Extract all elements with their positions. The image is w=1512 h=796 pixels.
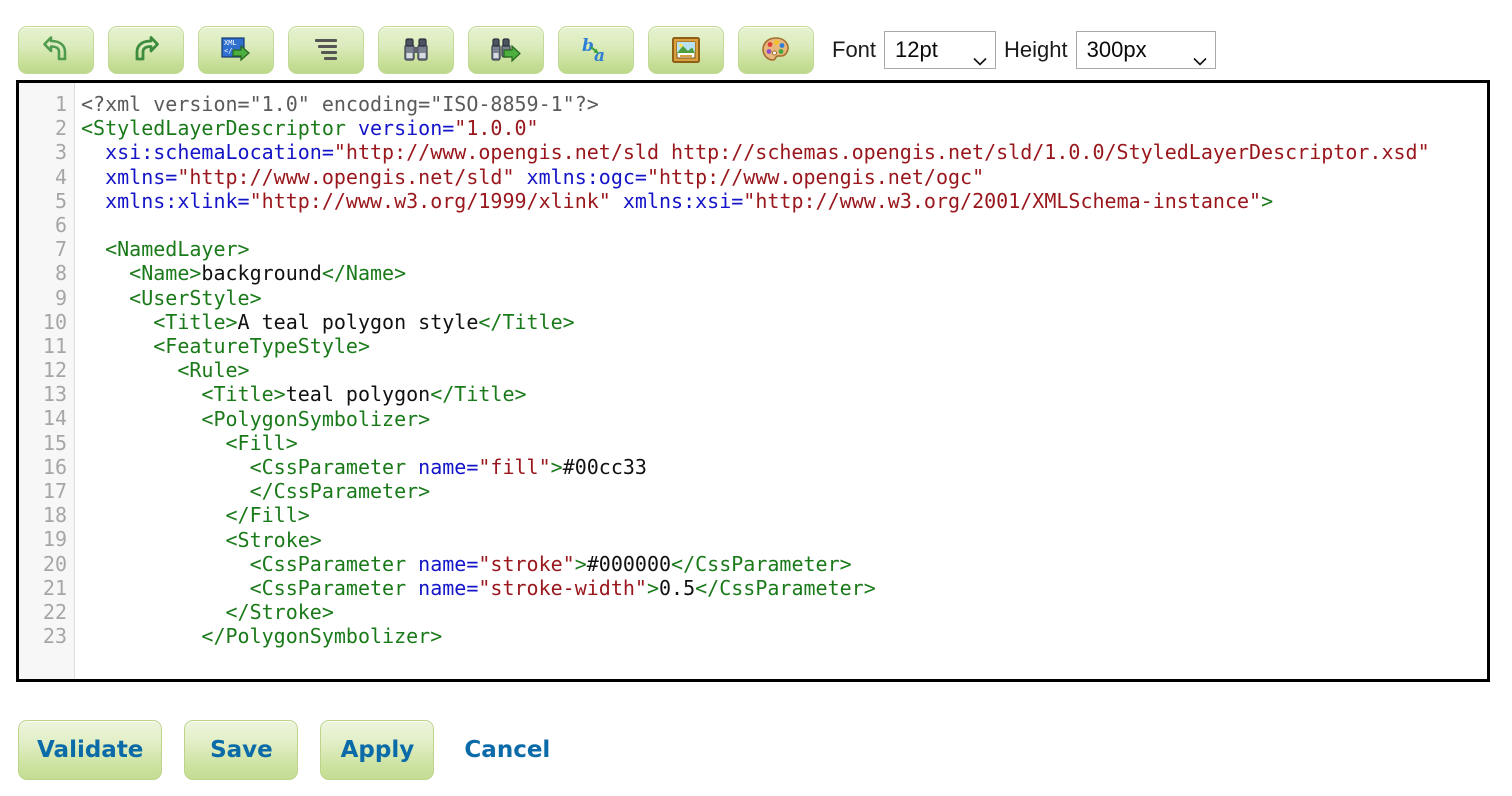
svg-text:b: b [582, 36, 594, 56]
line-number: 10 [19, 310, 74, 334]
chevron-down-icon [973, 46, 987, 55]
find-replace-icon [491, 36, 521, 64]
editor-height-value: 300px [1087, 37, 1179, 63]
line-number: 21 [19, 576, 74, 600]
line-number: 7 [19, 237, 74, 261]
goto-line-button[interactable]: XML </> [198, 26, 274, 74]
color-picker-button[interactable] [738, 26, 814, 74]
code-line: <Title>A teal polygon style</Title> [81, 310, 1487, 334]
find-button[interactable] [378, 26, 454, 74]
code-line: <Stroke> [81, 528, 1487, 552]
redo-icon [131, 35, 161, 65]
code-line: <UserStyle> [81, 286, 1487, 310]
undo-icon [41, 35, 71, 65]
line-number: 13 [19, 382, 74, 406]
line-number: 19 [19, 527, 74, 551]
save-button[interactable]: Save [184, 720, 298, 780]
line-number: 15 [19, 431, 74, 455]
code-line: <CssParameter name="fill">#00cc33 [81, 455, 1487, 479]
code-line: <NamedLayer> [81, 237, 1487, 261]
line-number: 23 [19, 624, 74, 648]
height-label: Height [1004, 37, 1068, 63]
line-number: 5 [19, 189, 74, 213]
validate-button[interactable]: Validate [18, 720, 162, 780]
code-line: <Fill> [81, 431, 1487, 455]
line-number: 2 [19, 116, 74, 140]
code-line: </Fill> [81, 503, 1487, 527]
apply-button[interactable]: Apply [320, 720, 434, 780]
find-replace-button[interactable] [468, 26, 544, 74]
undo-button[interactable] [18, 26, 94, 74]
code-line: <PolygonSymbolizer> [81, 407, 1487, 431]
line-number: 1 [19, 92, 74, 116]
code-line: <FeatureTypeStyle> [81, 334, 1487, 358]
code-line [81, 213, 1487, 237]
line-number: 16 [19, 455, 74, 479]
line-number: 9 [19, 286, 74, 310]
line-number: 14 [19, 406, 74, 430]
line-number: 11 [19, 334, 74, 358]
line-number: 8 [19, 261, 74, 285]
svg-text:a: a [594, 46, 605, 64]
change-case-button[interactable]: b a [558, 26, 634, 74]
font-size-value: 12pt [895, 37, 959, 63]
cancel-link[interactable]: Cancel [464, 737, 550, 763]
code-line: xmlns="http://www.opengis.net/sld" xmlns… [81, 165, 1487, 189]
change-case-icon: b a [581, 36, 611, 64]
font-size-select[interactable]: 12pt [884, 31, 996, 69]
editor-toolbar: XML </> [18, 26, 814, 74]
font-height-controls: Font 12pt Height 300px [832, 26, 1216, 74]
svg-text:XML: XML [224, 39, 237, 47]
code-editor[interactable]: 1234567891011121314151617181920212223 <?… [16, 80, 1490, 682]
insert-image-button[interactable] [648, 26, 724, 74]
action-bar: Validate Save Apply Cancel [18, 720, 550, 780]
reformat-button[interactable] [288, 26, 364, 74]
line-number-gutter: 1234567891011121314151617181920212223 [19, 83, 75, 679]
find-icon [402, 36, 430, 64]
reformat-icon [313, 36, 339, 64]
code-line: </Stroke> [81, 600, 1487, 624]
code-line: <CssParameter name="stroke">#000000</Css… [81, 552, 1487, 576]
font-label: Font [832, 37, 876, 63]
line-number: 22 [19, 600, 74, 624]
code-line: <CssParameter name="stroke-width">0.5</C… [81, 576, 1487, 600]
code-line: <?xml version="1.0" encoding="ISO-8859-1… [81, 92, 1487, 116]
code-line: <StyledLayerDescriptor version="1.0.0" [81, 116, 1487, 140]
code-line: xsi:schemaLocation="http://www.opengis.n… [81, 140, 1487, 164]
code-line: <Name>background</Name> [81, 261, 1487, 285]
line-number: 18 [19, 503, 74, 527]
code-line: </CssParameter> [81, 479, 1487, 503]
line-number: 12 [19, 358, 74, 382]
line-number: 3 [19, 140, 74, 164]
line-number: 20 [19, 552, 74, 576]
line-number: 6 [19, 213, 74, 237]
code-line: xmlns:xlink="http://www.w3.org/1999/xlin… [81, 189, 1487, 213]
redo-button[interactable] [108, 26, 184, 74]
insert-image-icon [671, 36, 701, 64]
code-content[interactable]: <?xml version="1.0" encoding="ISO-8859-1… [75, 83, 1487, 679]
color-picker-icon [761, 36, 791, 64]
chevron-down-icon [1193, 46, 1207, 55]
editor-height-select[interactable]: 300px [1076, 31, 1216, 69]
sld-style-editor-page: XML </> [0, 0, 1512, 796]
code-line: <Title>teal polygon</Title> [81, 382, 1487, 406]
code-line: <Rule> [81, 358, 1487, 382]
code-line: </PolygonSymbolizer> [81, 624, 1487, 648]
line-number: 4 [19, 165, 74, 189]
goto-line-icon: XML </> [221, 36, 251, 64]
line-number: 17 [19, 479, 74, 503]
